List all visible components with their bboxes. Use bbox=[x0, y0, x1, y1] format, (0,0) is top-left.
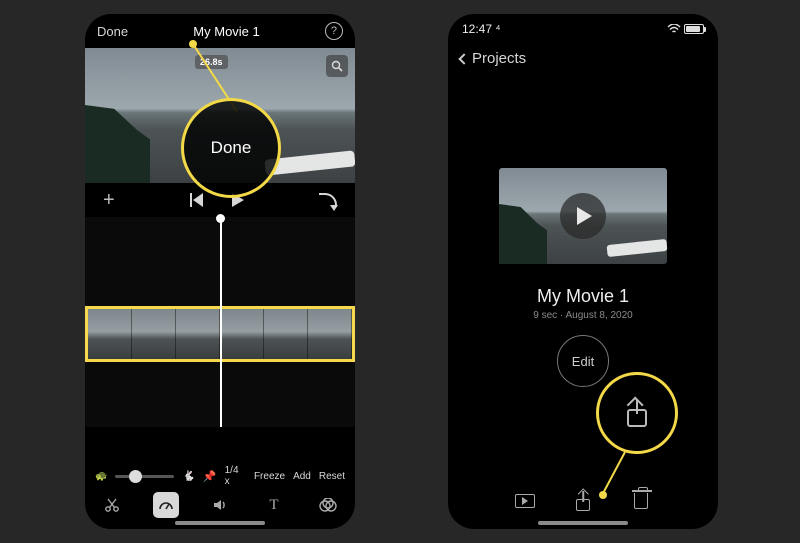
play-overlay-icon[interactable] bbox=[560, 193, 606, 239]
undo-icon[interactable] bbox=[319, 193, 337, 207]
share-button[interactable] bbox=[572, 490, 594, 512]
speed-toolbar: 🐢 🐇 📌 1/4 x Freeze Add Reset bbox=[85, 465, 355, 487]
timeline[interactable] bbox=[85, 217, 355, 427]
done-button[interactable]: Done bbox=[97, 24, 128, 39]
battery-icon bbox=[684, 24, 704, 34]
status-bar: 12:47 ⁴ bbox=[448, 14, 718, 44]
reset-button[interactable]: Reset bbox=[319, 471, 345, 482]
speedometer-icon[interactable] bbox=[153, 492, 179, 518]
turtle-icon: 🐢 bbox=[95, 471, 107, 482]
home-indicator[interactable] bbox=[175, 521, 265, 525]
edit-button[interactable]: Edit bbox=[557, 335, 609, 387]
callout-dot-2 bbox=[599, 491, 607, 499]
projects-label: Projects bbox=[472, 50, 526, 67]
movie-title: My Movie 1 bbox=[193, 24, 259, 39]
help-icon[interactable]: ? bbox=[325, 22, 343, 40]
project-screen: 12:47 ⁴ Projects My Movie 1 9 sec · Augu… bbox=[448, 14, 718, 529]
pin-icon[interactable]: 📌 bbox=[203, 470, 217, 483]
trash-icon[interactable] bbox=[630, 490, 652, 512]
play-rect-icon[interactable] bbox=[514, 490, 536, 512]
add-button[interactable]: Add bbox=[293, 471, 311, 482]
share-callout bbox=[596, 372, 678, 454]
speed-slider[interactable] bbox=[115, 475, 174, 478]
skip-back-icon[interactable] bbox=[190, 193, 204, 207]
status-time: 12:47 ⁴ bbox=[462, 22, 501, 36]
home-indicator[interactable] bbox=[538, 521, 628, 525]
add-media-icon[interactable]: + bbox=[103, 189, 115, 212]
editor-topbar: Done My Movie 1 ? bbox=[85, 14, 355, 48]
speed-value: 1/4 x bbox=[225, 465, 246, 487]
share-icon[interactable] bbox=[625, 399, 649, 427]
scissors-icon[interactable] bbox=[99, 492, 125, 518]
wifi-icon bbox=[667, 24, 681, 34]
status-right bbox=[667, 24, 704, 34]
project-title[interactable]: My Movie 1 bbox=[448, 286, 718, 307]
project-thumbnail[interactable] bbox=[499, 168, 667, 264]
done-callout: Done bbox=[181, 98, 281, 198]
volume-icon[interactable] bbox=[207, 492, 233, 518]
filters-icon[interactable] bbox=[315, 492, 341, 518]
playhead[interactable] bbox=[220, 217, 222, 427]
edit-label: Edit bbox=[572, 354, 594, 369]
project-meta: 9 sec · August 8, 2020 bbox=[448, 310, 718, 321]
freeze-button[interactable]: Freeze bbox=[254, 471, 285, 482]
chevron-left-icon bbox=[458, 53, 469, 64]
zoom-icon[interactable] bbox=[326, 55, 348, 77]
back-to-projects[interactable]: Projects bbox=[448, 44, 718, 73]
editor-screen: Done My Movie 1 ? 26.8s + 🐢 🐇 📌 1/4 x Fr… bbox=[85, 14, 355, 529]
callout-label: Done bbox=[211, 138, 252, 158]
text-icon[interactable]: T bbox=[261, 492, 287, 518]
rabbit-icon: 🐇 bbox=[182, 471, 194, 482]
